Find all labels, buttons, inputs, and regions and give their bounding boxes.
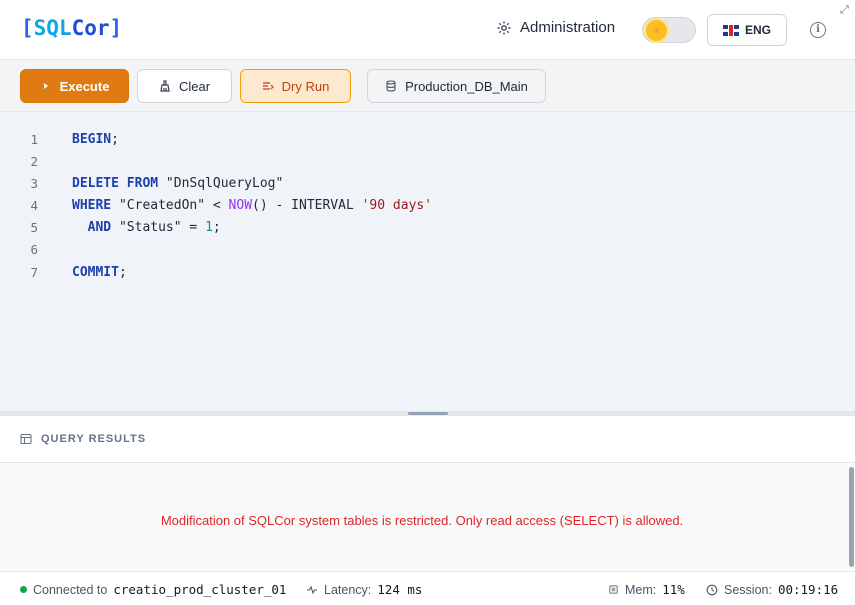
latency-label: Latency: (324, 582, 372, 597)
connection-status: Connected to creatio_prod_cluster_01 (20, 582, 286, 597)
connected-prefix: Connected to (33, 582, 108, 597)
code-line: 4 WHERE "CreatedOn" < NOW() - INTERVAL '… (0, 194, 855, 216)
clear-label: Clear (178, 78, 211, 94)
filter-lines-icon (262, 82, 274, 90)
code-text: AND "Status" = 1; (87, 219, 221, 235)
memory-label: Mem: (625, 582, 657, 597)
sql-editor[interactable]: 1 BEGIN; 2 3 DELETE FROM "DnSqlQueryLog"… (0, 112, 855, 412)
info-icon[interactable]: i (810, 22, 826, 38)
app-header: [SQLCor] Administration ☀ ENG i ⤢ (0, 0, 855, 60)
code-text: BEGIN; (72, 131, 119, 147)
session-label: Session: (724, 582, 772, 597)
status-bar: Connected to creatio_prod_cluster_01 Lat… (0, 571, 855, 605)
code-line: 1 BEGIN; (0, 128, 855, 150)
uk-flag-icon (722, 24, 739, 36)
dry-run-button[interactable]: Dry Run (240, 69, 351, 103)
theme-toggle[interactable]: ☀ (642, 17, 696, 43)
execute-label: Execute (59, 78, 110, 94)
results-scrollbar[interactable] (849, 467, 854, 567)
sun-icon: ☀ (646, 20, 667, 41)
code-text: WHERE "CreatedOn" < NOW() - INTERVAL '90… (72, 197, 433, 213)
results-title: QUERY RESULTS (41, 433, 147, 445)
administration-link[interactable]: Administration (496, 19, 615, 36)
administration-label: Administration (520, 19, 616, 36)
logo-bracket-open: [ (21, 16, 34, 40)
memory-value: 11% (662, 582, 685, 597)
resize-grip[interactable] (408, 412, 448, 415)
error-message: Modification of SQLCor system tables is … (160, 513, 684, 528)
code-line: 7 COMMIT; (0, 261, 855, 283)
code-text: COMMIT; (72, 264, 127, 280)
gear-icon (497, 21, 511, 34)
latency-status: Latency: 124 ms (306, 582, 422, 597)
logo-bracket-close: ] (109, 16, 123, 40)
expand-icon[interactable]: ⤢ (840, 4, 849, 17)
code-line: 2 (0, 150, 855, 172)
memory-status: Mem: 11% (608, 582, 685, 597)
clock-icon (706, 584, 718, 595)
chip-icon (609, 585, 618, 594)
line-number: 1 (30, 131, 38, 147)
line-number: 6 (30, 241, 38, 257)
code-text: DELETE FROM "DnSqlQueryLog" (72, 175, 284, 191)
app-logo[interactable]: [SQLCor] (21, 16, 122, 40)
toolbar: Execute Clear Dry Run Production_DB_Main (0, 60, 855, 112)
line-number: 7 (30, 264, 38, 280)
database-selector[interactable]: Production_DB_Main (367, 69, 546, 103)
pulse-icon (307, 585, 317, 594)
language-selector[interactable]: ENG (707, 14, 787, 46)
results-panel: Modification of SQLCor system tables is … (0, 463, 855, 571)
line-number: 2 (30, 153, 38, 169)
line-number: 3 (30, 175, 38, 191)
language-label: ENG (744, 23, 771, 37)
execute-button[interactable]: Execute (20, 69, 129, 103)
database-label: Production_DB_Main (405, 78, 528, 94)
connected-dot-icon (20, 586, 27, 593)
code-line: 3 DELETE FROM "DnSqlQueryLog" (0, 172, 855, 194)
line-number: 4 (30, 197, 38, 213)
broom-icon (160, 80, 170, 92)
code-line: 6 (0, 238, 855, 260)
dry-run-label: Dry Run (281, 78, 330, 94)
session-status: Session: 00:19:16 (706, 582, 838, 597)
database-icon (386, 80, 396, 92)
logo-sql: SQL (33, 16, 72, 40)
clear-button[interactable]: Clear (137, 69, 232, 103)
session-value: 00:19:16 (777, 582, 839, 597)
code-line: 5 AND "Status" = 1; (0, 216, 855, 238)
play-icon (43, 83, 48, 89)
line-number: 5 (30, 219, 38, 235)
logo-rest: Cor (71, 16, 110, 40)
table-icon (20, 433, 32, 445)
latency-value: 124 ms (377, 582, 423, 597)
results-header: QUERY RESULTS (0, 416, 855, 463)
cluster-name: creatio_prod_cluster_01 (113, 582, 287, 597)
